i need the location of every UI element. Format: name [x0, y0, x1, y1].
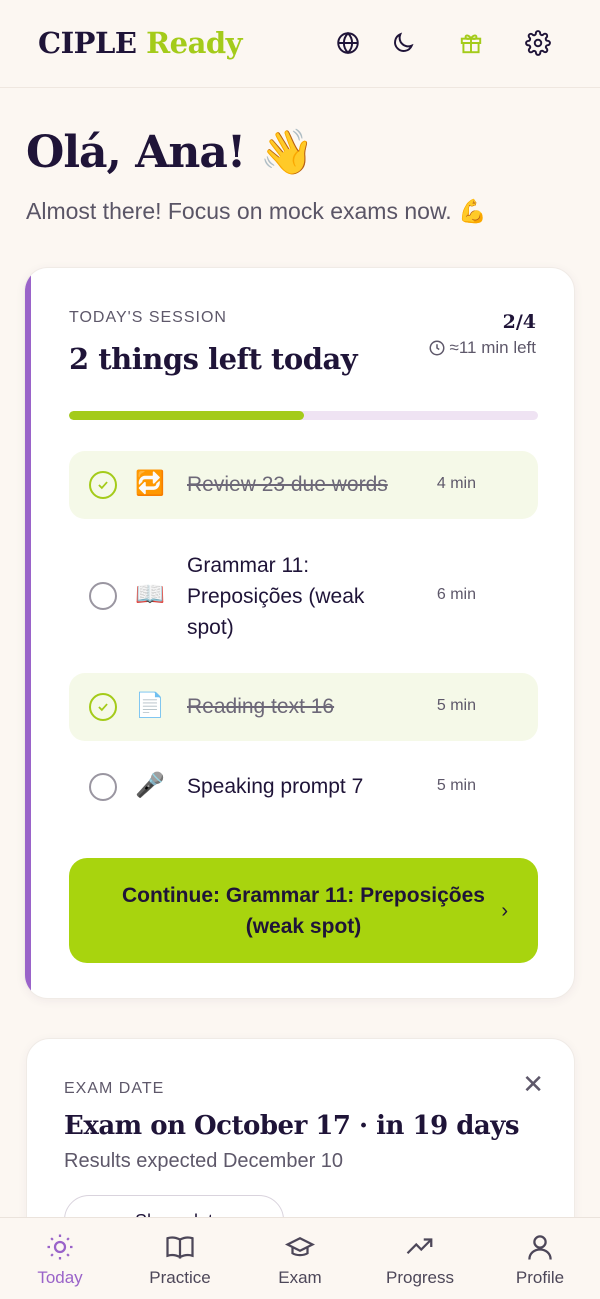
task-item[interactable]: 🎤 Speaking prompt 7 5 min [69, 753, 538, 821]
task-checkbox[interactable] [89, 471, 117, 499]
tab-profile[interactable]: Profile [485, 1218, 595, 1299]
tab-label: Exam [278, 1268, 322, 1287]
task-checkbox[interactable] [89, 582, 117, 610]
brand-name-part2: Ready [146, 26, 243, 60]
time-left: ≈11 min left [428, 338, 537, 358]
exam-title: Exam on October 17 · in 19 days [64, 1111, 520, 1141]
task-label: Reading text 16 [187, 695, 335, 718]
card-accent-bar [25, 268, 31, 998]
session-card: TODAY'S SESSION 2 things left today 2/4 … [24, 267, 575, 999]
progress-fill [69, 411, 304, 420]
greeting-title: Olá, Ana! 👋 [26, 127, 314, 178]
bottom-tab-bar: Today Practice Exam Progress Profile [0, 1217, 600, 1299]
gift-icon[interactable] [456, 28, 486, 58]
brand-name-part1: CIPLE [38, 26, 137, 60]
task-item[interactable]: 📄 Reading text 16 5 min [69, 673, 538, 741]
session-label: TODAY'S SESSION [69, 309, 227, 326]
continue-button-label: Continue: Grammar 11: Preposições (weak … [122, 883, 485, 938]
task-label: Speaking prompt 7 [187, 775, 364, 798]
sun-icon [47, 1234, 73, 1260]
task-checkbox[interactable] [89, 773, 117, 801]
task-label: Review 23 due words [187, 473, 388, 496]
microphone-icon: 🎤 [135, 772, 165, 799]
task-duration: 5 min [436, 777, 476, 794]
tab-label: Progress [385, 1268, 455, 1287]
task-duration: 6 min [436, 586, 476, 603]
time-left-text: ≈11 min left [449, 338, 537, 357]
exam-subtitle: Results expected December 10 [64, 1150, 344, 1172]
tab-label: Profile [515, 1268, 565, 1287]
globe-icon[interactable] [333, 28, 363, 58]
task-duration: 4 min [436, 475, 476, 492]
task-item[interactable]: 🔁 Review 23 due words 4 min [69, 451, 538, 519]
document-icon: 📄 [135, 692, 165, 719]
task-label: Grammar 11: Preposições (weak spot) [187, 554, 365, 639]
task-checkbox[interactable] [89, 693, 117, 721]
app-logo[interactable]: CIPLE Ready [38, 26, 243, 60]
continue-button[interactable]: Continue: Grammar 11: Preposições (weak … [69, 858, 538, 963]
tab-progress[interactable]: Progress [365, 1218, 475, 1299]
repeat-icon: 🔁 [135, 470, 165, 497]
task-duration: 5 min [436, 697, 476, 714]
app-header: CIPLE Ready [0, 0, 600, 88]
moon-icon[interactable] [388, 28, 418, 58]
trending-up-icon [406, 1238, 433, 1255]
book-icon [166, 1236, 194, 1259]
tab-label: Practice [149, 1268, 211, 1287]
session-progress-bar [69, 411, 538, 420]
exam-label: EXAM DATE [64, 1080, 165, 1097]
greeting-subtitle: Almost there! Focus on mock exams now. 💪 [26, 198, 487, 224]
user-icon [528, 1235, 552, 1260]
session-title: 2 things left today [69, 342, 358, 376]
close-icon[interactable]: ✕ [522, 1069, 544, 1100]
book-icon: 📖 [135, 581, 165, 608]
tab-today[interactable]: Today [5, 1218, 115, 1299]
graduation-cap-icon [285, 1236, 315, 1257]
tab-exam[interactable]: Exam [245, 1218, 355, 1299]
task-item[interactable]: 📖 Grammar 11: Preposições (weak spot) 6 … [69, 545, 538, 645]
gear-icon[interactable] [523, 28, 553, 58]
session-count: 2/4 [502, 311, 536, 333]
tab-practice[interactable]: Practice [125, 1218, 235, 1299]
clock-icon [429, 340, 444, 356]
tab-label: Today [37, 1268, 83, 1287]
chevron-right-icon: › [501, 900, 508, 922]
